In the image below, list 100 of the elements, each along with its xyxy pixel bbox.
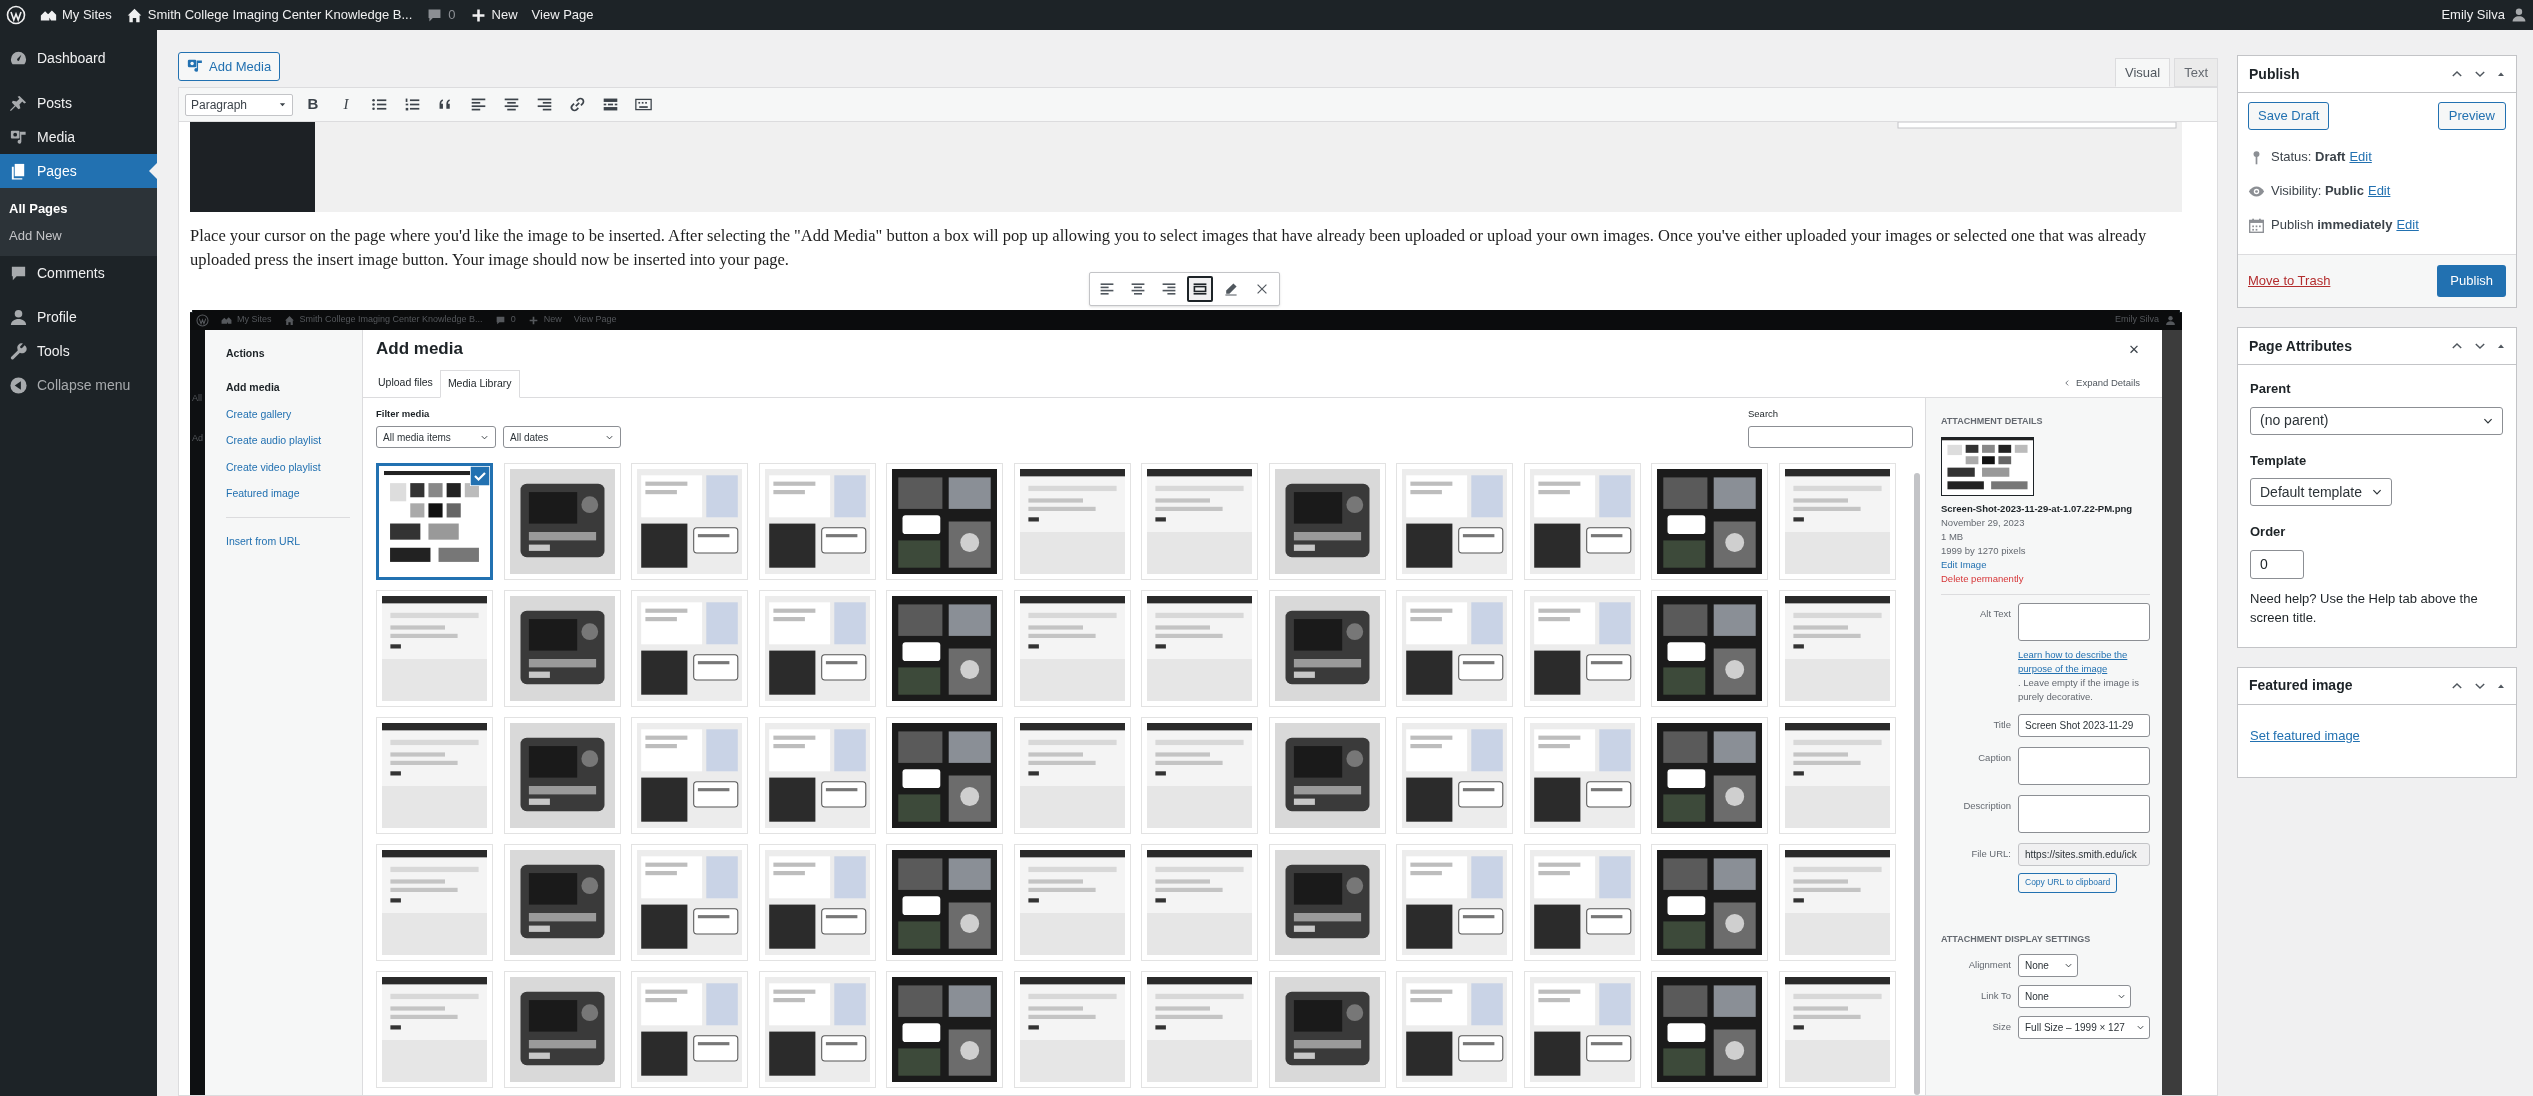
admin-bar-item[interactable]: New — [469, 5, 518, 25]
template-select[interactable]: Default template — [2250, 478, 2392, 506]
search-label: Search — [1748, 407, 1780, 421]
move-to-trash-link[interactable]: Move to Trash — [2248, 271, 2331, 291]
admin-bar-item[interactable]: View Page — [531, 5, 594, 25]
status-text: Status: Draft — [2271, 148, 2346, 167]
display-select[interactable]: None — [2018, 954, 2078, 977]
align-none-button[interactable] — [1187, 276, 1213, 302]
left-arrow-circle-icon — [9, 375, 28, 395]
box-title: Page Attributes — [2249, 336, 2352, 356]
sidebar-item[interactable]: Posts — [0, 86, 157, 120]
avatar-icon — [2165, 314, 2176, 326]
modal-tab[interactable]: Media Library — [439, 370, 520, 398]
admin-bar-item[interactable]: Smith College Imaging Center Knowledge B... — [125, 5, 413, 25]
edit-link[interactable]: Edit — [2367, 181, 2391, 201]
align-center-icon — [1130, 281, 1146, 297]
set-featured-image-link[interactable]: Set featured image — [2250, 727, 2360, 743]
media-icon — [187, 58, 204, 75]
sidebar-item[interactable]: Tools — [0, 334, 157, 368]
edit-image-link[interactable]: Edit Image — [1941, 557, 1987, 572]
preview-button[interactable]: Preview — [2437, 102, 2506, 130]
format-select[interactable]: Paragraph — [185, 93, 293, 116]
checkmark-icon[interactable] — [470, 466, 490, 487]
help-link[interactable]: Learn how to describe the purpose of the image — [2018, 647, 2150, 676]
expand-details-link[interactable]: Expand Details — [2063, 369, 2140, 397]
field-label: Alt Text — [1979, 606, 2011, 621]
text-area[interactable] — [2018, 746, 2150, 785]
calendar-icon — [2248, 216, 2265, 234]
text-area[interactable] — [2018, 602, 2150, 641]
italic-button[interactable]: I — [333, 91, 359, 118]
display-select[interactable]: Full Size – 1999 × 127 — [2018, 1016, 2150, 1039]
media-thumbnail[interactable] — [376, 463, 493, 581]
text-area[interactable] — [2018, 794, 2150, 833]
editor-tab[interactable]: Visual — [2114, 58, 2171, 87]
display-select[interactable]: None — [2018, 985, 2131, 1008]
field-label: Template — [2250, 451, 2308, 470]
help-text: . Leave empty if the image is purely decorative. — [2018, 675, 2140, 704]
field-label: Size — [1991, 1020, 2011, 1035]
wrench-icon — [9, 341, 28, 361]
menu-heading: Actions — [226, 346, 266, 361]
filter-select[interactable]: All dates — [503, 426, 621, 449]
dropdown-arrow-icon — [278, 100, 287, 109]
paragraph: Place your cursor on the page where you'd like the image to be inserted. After selecting the "Add Media" button a box will pop up allowing you to select images that have already been uploaded or upload your own images. Once you've either uploaded your images or selected one that was already uploaded press the insert image button. Your image should now be inserted into your page. — [190, 225, 2148, 271]
home-icon — [125, 6, 143, 24]
file-meta: 1999 by 1270 pixels — [1941, 543, 2027, 558]
file-name: Screen-Shot-2023-11-29-at-1.07.22-PM.png — [1941, 501, 2134, 516]
delete-link[interactable]: Delete permanently — [1941, 571, 2024, 586]
sidebar-item[interactable]: Media — [0, 120, 157, 154]
status-text: Visibility: Public — [2271, 182, 2364, 201]
field-label: Parent — [2250, 380, 2292, 398]
field-label: Order — [2250, 523, 2287, 541]
menu-item[interactable]: Add media — [226, 374, 362, 402]
sidebar-item[interactable]: Comments — [0, 256, 157, 290]
copy-url-button[interactable]: Copy URL to clipboard — [2018, 872, 2118, 893]
sidebar-item[interactable]: Collapse menu — [0, 368, 157, 402]
sidebar-item[interactable]: Profile — [0, 300, 157, 334]
edit-link[interactable]: Edit — [2349, 147, 2372, 167]
menu-item[interactable]: Featured image — [226, 480, 362, 508]
submenu-item[interactable]: All Pages — [0, 195, 157, 222]
admin-bar-item[interactable]: My Sites — [40, 5, 112, 25]
chevron-down-icon — [2136, 1023, 2145, 1032]
menu-item[interactable]: Create gallery — [226, 401, 362, 428]
menu-item[interactable]: Insert from URL — [226, 528, 362, 555]
menu-item[interactable]: Create audio playlist — [226, 427, 362, 455]
add-media-button[interactable]: Add Media — [178, 52, 281, 81]
scrollbar[interactable] — [1914, 473, 1920, 1095]
admin-bar-item[interactable]: 0 — [426, 5, 456, 25]
search-field[interactable] — [1748, 426, 1913, 449]
pencil-icon — [1223, 281, 1239, 297]
align-none-icon — [1192, 281, 1208, 297]
logo-icon — [196, 313, 209, 327]
logo-icon — [6, 5, 26, 25]
modal-tab[interactable]: Upload files — [371, 369, 440, 397]
editor-tab[interactable]: Text — [2174, 58, 2218, 87]
publish-button[interactable]: Publish — [2437, 265, 2506, 297]
plus-icon — [527, 314, 539, 326]
houses-icon — [221, 314, 232, 326]
field-label: Description — [1962, 798, 2011, 813]
field-label: File URL: — [1970, 846, 2011, 861]
sidebar-item[interactable]: Pages — [0, 154, 157, 188]
filter-select[interactable]: All media items — [376, 426, 496, 449]
edit-link[interactable]: Edit — [2396, 215, 2419, 235]
parent-select[interactable]: (no parent) — [2250, 406, 2503, 435]
order-field[interactable]: 0 — [2250, 549, 2304, 579]
save-draft-button[interactable]: Save Draft — [2248, 102, 2330, 130]
bold-button[interactable]: B — [300, 91, 326, 118]
box-title: Publish — [2249, 64, 2300, 84]
box-title: Featured image — [2249, 676, 2353, 695]
menu-item[interactable]: Create video playlist — [226, 454, 362, 481]
submenu-item[interactable]: Add New — [0, 222, 157, 249]
current-menu-pointer — [149, 163, 157, 179]
user-menu[interactable]: Emily Silva — [2441, 5, 2527, 25]
field-label: Title — [1992, 717, 2011, 732]
sidebar-item[interactable]: Dashboard — [0, 41, 157, 75]
file-url-field[interactable]: https://sites.smith.edu/ick — [2018, 842, 2150, 866]
file-meta: November 29, 2023 — [1941, 515, 2026, 530]
modal-title: Add media — [376, 337, 463, 360]
title-field[interactable]: Screen Shot 2023-11-29 — [2018, 713, 2150, 737]
file-meta: 1 MB — [1941, 529, 1965, 544]
align-left-icon — [1099, 281, 1115, 297]
